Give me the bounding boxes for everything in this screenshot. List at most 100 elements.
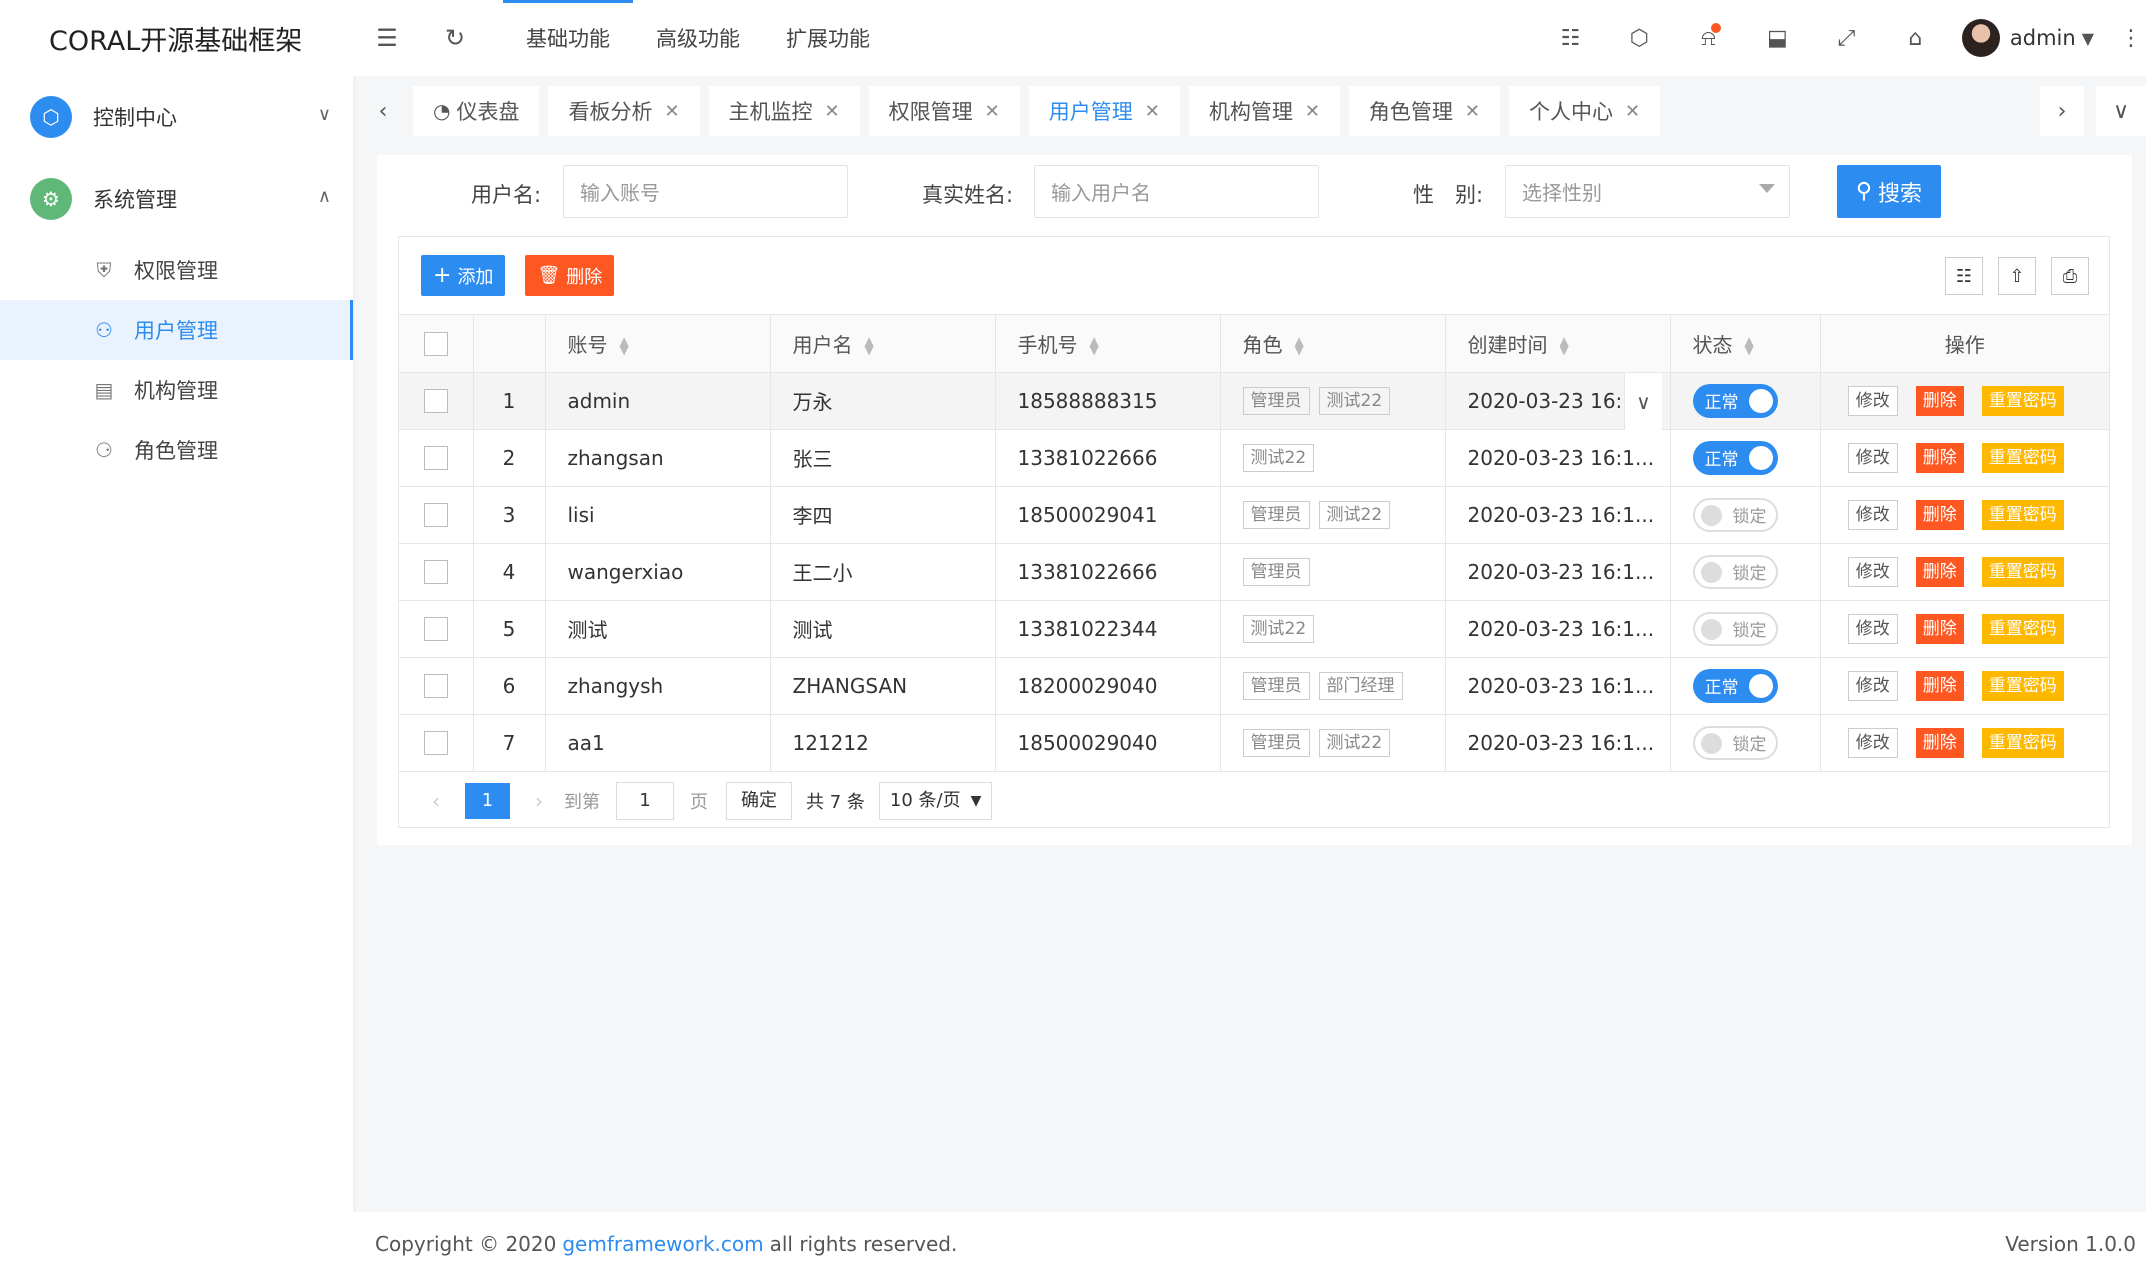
tabs-scroll-left-icon[interactable]: ‹ <box>353 86 413 136</box>
column-header-account[interactable]: 账号 ▲ ▼ <box>545 315 771 373</box>
prev-page-icon[interactable]: ‹ <box>421 789 451 813</box>
reset-password-button[interactable]: 重置密码 <box>1981 556 2064 587</box>
reset-password-button[interactable]: 重置密码 <box>1981 613 2064 644</box>
table-row[interactable]: 2 zhangsan 张三 13381022666 测试22 2020-03-23 16:… <box>399 429 2109 487</box>
column-header-name[interactable]: 用户名 ▲ ▼ <box>770 315 996 373</box>
top-nav-extension[interactable]: 扩展功能 <box>763 0 893 76</box>
edit-button[interactable]: 修改 <box>1847 499 1898 530</box>
account-input[interactable]: 输入账号 <box>563 165 848 218</box>
add-button[interactable]: + 添加 <box>421 255 506 296</box>
edit-button[interactable]: 修改 <box>1847 727 1898 758</box>
reset-password-button[interactable]: 重置密码 <box>1981 442 2064 473</box>
sort-icon[interactable]: ▲ ▼ <box>620 335 629 356</box>
close-icon[interactable]: ✕ <box>985 101 1000 122</box>
lock-icon[interactable]: ⌂ <box>1881 0 1950 76</box>
refresh-icon[interactable]: ↻ <box>421 0 489 76</box>
tab-permission[interactable]: 权限管理 ✕ <box>868 86 1020 136</box>
realname-input[interactable]: 输入用户名 <box>1034 165 1319 218</box>
table-row[interactable]: 4 wangerxiao 王二小 13381022666 管理员 2020-03-23 1… <box>399 543 2109 601</box>
delete-button[interactable]: 删除 <box>1915 727 1964 758</box>
table-row[interactable]: 3 lisi 李四 18500029041 管理员 测试22 2020-03-23 16:1… <box>399 486 2109 544</box>
sort-icon[interactable]: ▲ ▼ <box>1745 335 1754 356</box>
edit-button[interactable]: 修改 <box>1847 442 1898 473</box>
column-header-status[interactable]: 状态 ▲ ▼ <box>1670 315 1821 373</box>
column-header-created[interactable]: 创建时间 ▲ ▼ <box>1445 315 1671 373</box>
tab-users[interactable]: 用户管理 ✕ <box>1028 86 1180 136</box>
table-row[interactable]: 1 admin 万永 18588888315 管理员 测试22 2020-03-23 16:… <box>399 372 2109 430</box>
row-checkbox[interactable] <box>423 560 448 585</box>
box-icon[interactable]: ⬡ <box>1605 0 1674 76</box>
user-menu[interactable]: admin ▼ <box>1950 19 2116 57</box>
search-button[interactable]: ⚲ 搜索 <box>1837 165 1941 218</box>
delete-button[interactable]: 删除 <box>1915 385 1964 416</box>
sidebar-item-permission[interactable]: ⛨ 权限管理 <box>0 240 353 300</box>
edit-button[interactable]: 修改 <box>1847 556 1898 587</box>
close-icon[interactable]: ✕ <box>664 101 679 122</box>
print-icon[interactable]: ⎙ <box>2051 257 2089 295</box>
close-icon[interactable]: ✕ <box>1145 101 1160 122</box>
column-header-phone[interactable]: 手机号 ▲ ▼ <box>995 315 1221 373</box>
table-row[interactable]: 6 zhangysh ZHANGSAN 18200029040 管理员 部门经理 2020-… <box>399 657 2109 715</box>
tab-roles[interactable]: 角色管理 ✕ <box>1348 86 1501 136</box>
select-all-checkbox[interactable] <box>423 332 448 356</box>
page-size-select[interactable]: 10 条/页 ▼ <box>878 781 993 820</box>
apps-icon[interactable]: ☷ <box>1536 0 1605 76</box>
row-checkbox[interactable] <box>423 389 448 414</box>
status-toggle[interactable]: 锁定 <box>1692 611 1778 646</box>
status-toggle[interactable]: 正常 <box>1692 383 1778 418</box>
reset-password-button[interactable]: 重置密码 <box>1981 385 2064 416</box>
delete-button[interactable]: 删除 <box>1915 499 1964 530</box>
edit-button[interactable]: 修改 <box>1847 670 1898 701</box>
row-checkbox[interactable] <box>423 503 448 528</box>
delete-button[interactable]: 删除 <box>1915 670 1964 701</box>
sidebar-item-org[interactable]: ▤ 机构管理 <box>0 360 353 420</box>
status-toggle[interactable]: 锁定 <box>1692 554 1778 589</box>
expand-cell-chevron-down-icon[interactable]: ∨ <box>1624 373 1662 430</box>
sidebar-item-roles[interactable]: ⚆ 角色管理 <box>0 420 353 480</box>
tag-icon[interactable]: ⬓ <box>1743 0 1812 76</box>
columns-icon[interactable]: ☷ <box>1945 257 1983 295</box>
row-checkbox[interactable] <box>423 446 448 471</box>
tabs-menu-chevron-down-icon[interactable]: ∨ <box>2096 86 2146 136</box>
close-icon[interactable]: ✕ <box>1305 101 1320 122</box>
sidebar-group-control-center[interactable]: ⬡ 控制中心 ∨ <box>0 76 353 158</box>
close-icon[interactable]: ✕ <box>1625 101 1640 122</box>
row-checkbox[interactable] <box>423 731 448 756</box>
footer-link[interactable]: gemframework.com <box>562 1232 763 1256</box>
reset-password-button[interactable]: 重置密码 <box>1981 670 2064 701</box>
batch-delete-button[interactable]: 🗑 删除 <box>525 255 615 296</box>
reset-password-button[interactable]: 重置密码 <box>1981 499 2064 530</box>
next-page-icon[interactable]: › <box>524 789 554 813</box>
table-row[interactable]: 7 aa1 121212 18500029040 管理员 测试22 2020-03-23 1… <box>399 714 2109 772</box>
edit-button[interactable]: 修改 <box>1847 613 1898 644</box>
tab-org[interactable]: 机构管理 ✕ <box>1188 86 1340 136</box>
table-row[interactable]: 5 测试 测试 13381022344 测试22 2020-03-23 16:1... 锁定… <box>399 600 2109 658</box>
tab-profile[interactable]: 个人中心 ✕ <box>1509 86 1661 136</box>
column-header-roles[interactable]: 角色 ▲ ▼ <box>1220 315 1446 373</box>
edit-button[interactable]: 修改 <box>1847 385 1898 416</box>
delete-button[interactable]: 删除 <box>1915 556 1964 587</box>
row-checkbox[interactable] <box>423 617 448 642</box>
delete-button[interactable]: 删除 <box>1915 442 1964 473</box>
close-icon[interactable]: ✕ <box>1465 101 1480 122</box>
status-toggle[interactable]: 锁定 <box>1692 725 1778 760</box>
tab-board[interactable]: 看板分析 ✕ <box>548 86 700 136</box>
status-toggle[interactable]: 锁定 <box>1692 497 1778 532</box>
tab-dashboard[interactable]: ◔ 仪表盘 <box>413 86 540 136</box>
goto-page-input[interactable]: 1 <box>616 781 674 820</box>
sort-icon[interactable]: ▲ ▼ <box>1560 335 1569 356</box>
top-nav-basic[interactable]: 基础功能 <box>503 0 633 76</box>
sidebar-item-users[interactable]: ⚇ 用户管理 <box>0 300 353 360</box>
export-icon[interactable]: ⇧ <box>1998 257 2036 295</box>
page-current[interactable]: 1 <box>465 782 510 819</box>
sidebar-group-system[interactable]: ⚙ 系统管理 ∧ <box>0 158 353 240</box>
sort-icon[interactable]: ▲ ▼ <box>865 335 874 356</box>
tab-host-monitor[interactable]: 主机监控 ✕ <box>708 86 860 136</box>
fullscreen-icon[interactable]: ⤢ <box>1812 0 1881 76</box>
bell-icon[interactable]: ⍾ <box>1674 0 1743 76</box>
delete-button[interactable]: 删除 <box>1915 613 1964 644</box>
reset-password-button[interactable]: 重置密码 <box>1981 727 2064 758</box>
gender-select[interactable]: 选择性别 <box>1505 165 1790 218</box>
top-nav-advanced[interactable]: 高级功能 <box>633 0 763 76</box>
tabs-scroll-right-icon[interactable]: › <box>2040 86 2084 136</box>
